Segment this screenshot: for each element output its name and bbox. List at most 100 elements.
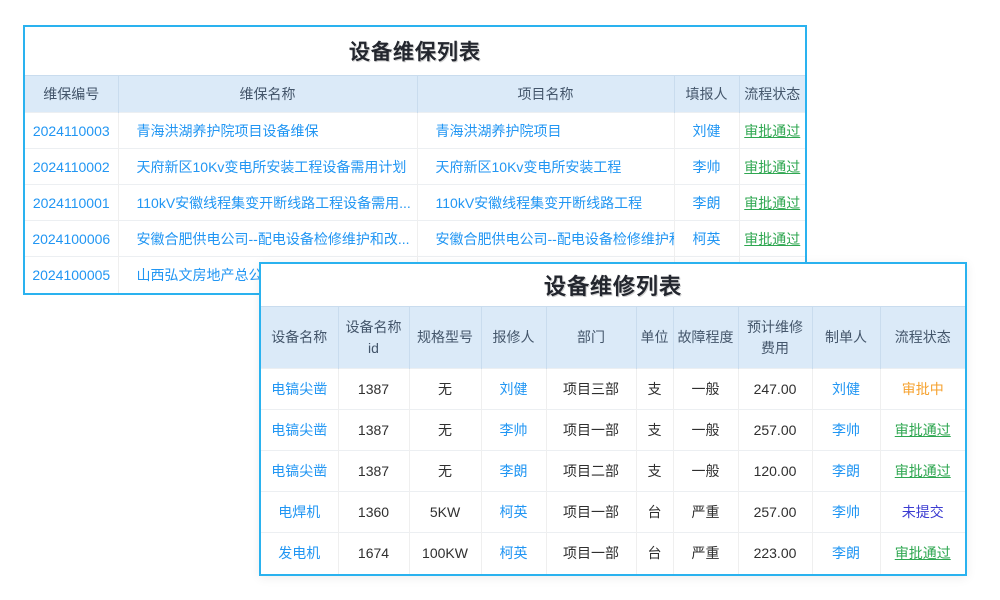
creator-link[interactable]: 李朗 <box>812 533 880 574</box>
project-name-link[interactable]: 天府新区10Kv变电所安装工程 <box>417 149 674 185</box>
repair-reporter-link[interactable]: 柯英 <box>481 533 546 574</box>
reporter-link[interactable]: 刘健 <box>674 113 739 149</box>
col-header-unit: 单位 <box>636 307 673 369</box>
device-id-cell: 1387 <box>338 410 409 451</box>
repair-table: 设备名称 设备名称id 规格型号 报修人 部门 单位 故障程度 预计维修费用 制… <box>261 306 965 574</box>
col-header-device-id: 设备名称id <box>338 307 409 369</box>
table-row: 电焊机 1360 5KW 柯英 项目一部 台 严重 257.00 李帅 未提交 <box>261 492 965 533</box>
department-cell: 项目二部 <box>546 451 636 492</box>
project-name-link[interactable]: 安徽合肥供电公司--配电设备检修维护和改造 <box>417 221 674 257</box>
severity-cell: 一般 <box>673 410 738 451</box>
maintenance-table: 维保编号 维保名称 项目名称 填报人 流程状态 2024110003 青海洪湖养… <box>25 75 805 293</box>
creator-link[interactable]: 李帅 <box>812 492 880 533</box>
col-header-repair-status: 流程状态 <box>880 307 965 369</box>
device-id-cell: 1674 <box>338 533 409 574</box>
col-header-spec: 规格型号 <box>409 307 481 369</box>
status-badge[interactable]: 审批通过 <box>880 451 965 492</box>
maintenance-name-link[interactable]: 青海洪湖养护院项目设备维保 <box>118 113 417 149</box>
status-badge[interactable]: 审批通过 <box>739 221 805 257</box>
cost-cell: 120.00 <box>738 451 812 492</box>
status-badge[interactable]: 审批通过 <box>739 149 805 185</box>
device-id-cell: 1387 <box>338 451 409 492</box>
repair-list-panel: 设备维修列表 设备名称 设备名称id 规格型号 报修人 部门 单位 故障程度 预… <box>259 262 967 576</box>
col-header-maintenance-id: 维保编号 <box>25 76 118 113</box>
cost-cell: 223.00 <box>738 533 812 574</box>
maintenance-name-link[interactable]: 天府新区10Kv变电所安装工程设备需用计划 <box>118 149 417 185</box>
col-header-maintenance-name: 维保名称 <box>118 76 417 113</box>
creator-link[interactable]: 李朗 <box>812 451 880 492</box>
table-row: 电镐尖凿 1387 无 李朗 项目二部 支 一般 120.00 李朗 审批通过 <box>261 451 965 492</box>
table-row: 发电机 1674 100KW 柯英 项目一部 台 严重 223.00 李朗 审批… <box>261 533 965 574</box>
device-name-link[interactable]: 电镐尖凿 <box>261 451 338 492</box>
cost-cell: 257.00 <box>738 492 812 533</box>
unit-cell: 台 <box>636 533 673 574</box>
col-header-creator: 制单人 <box>812 307 880 369</box>
department-cell: 项目一部 <box>546 533 636 574</box>
col-header-severity: 故障程度 <box>673 307 738 369</box>
table-row: 电镐尖凿 1387 无 李帅 项目一部 支 一般 257.00 李帅 审批通过 <box>261 410 965 451</box>
spec-cell: 无 <box>409 410 481 451</box>
department-cell: 项目三部 <box>546 369 636 410</box>
spec-cell: 5KW <box>409 492 481 533</box>
severity-cell: 严重 <box>673 492 738 533</box>
col-header-status: 流程状态 <box>739 76 805 113</box>
table-row: 2024110002 天府新区10Kv变电所安装工程设备需用计划 天府新区10K… <box>25 149 805 185</box>
device-id-cell: 1387 <box>338 369 409 410</box>
repair-list-title: 设备维修列表 <box>261 264 965 306</box>
device-id-cell: 1360 <box>338 492 409 533</box>
severity-cell: 一般 <box>673 451 738 492</box>
cost-cell: 247.00 <box>738 369 812 410</box>
project-name-link[interactable]: 110kV安徽线程集变开断线路工程 <box>417 185 674 221</box>
maintenance-id-link[interactable]: 2024100006 <box>25 221 118 257</box>
device-name-link[interactable]: 发电机 <box>261 533 338 574</box>
status-badge[interactable]: 审批通过 <box>880 533 965 574</box>
creator-link[interactable]: 李帅 <box>812 410 880 451</box>
maintenance-id-link[interactable]: 2024110001 <box>25 185 118 221</box>
maintenance-id-link[interactable]: 2024110003 <box>25 113 118 149</box>
spec-cell: 100KW <box>409 533 481 574</box>
severity-cell: 严重 <box>673 533 738 574</box>
maintenance-name-link[interactable]: 110kV安徽线程集变开断线路工程设备需用... <box>118 185 417 221</box>
department-cell: 项目一部 <box>546 410 636 451</box>
cost-cell: 257.00 <box>738 410 812 451</box>
maintenance-id-link[interactable]: 2024100005 <box>25 257 118 293</box>
reporter-link[interactable]: 李帅 <box>674 149 739 185</box>
spec-cell: 无 <box>409 451 481 492</box>
device-name-link[interactable]: 电焊机 <box>261 492 338 533</box>
table-row: 2024110003 青海洪湖养护院项目设备维保 青海洪湖养护院项目 刘健 审批… <box>25 113 805 149</box>
project-name-link[interactable]: 青海洪湖养护院项目 <box>417 113 674 149</box>
status-badge[interactable]: 审批通过 <box>739 185 805 221</box>
table-row: 2024110001 110kV安徽线程集变开断线路工程设备需用... 110k… <box>25 185 805 221</box>
unit-cell: 支 <box>636 410 673 451</box>
maintenance-name-link[interactable]: 安徽合肥供电公司--配电设备检修维护和改... <box>118 221 417 257</box>
spec-cell: 无 <box>409 369 481 410</box>
unit-cell: 支 <box>636 369 673 410</box>
maintenance-list-title: 设备维保列表 <box>25 27 805 75</box>
repair-header-row: 设备名称 设备名称id 规格型号 报修人 部门 单位 故障程度 预计维修费用 制… <box>261 307 965 369</box>
status-badge[interactable]: 未提交 <box>880 492 965 533</box>
severity-cell: 一般 <box>673 369 738 410</box>
maintenance-list-panel: 设备维保列表 维保编号 维保名称 项目名称 填报人 流程状态 202411000… <box>23 25 807 295</box>
maintenance-id-link[interactable]: 2024110002 <box>25 149 118 185</box>
unit-cell: 支 <box>636 451 673 492</box>
unit-cell: 台 <box>636 492 673 533</box>
maintenance-header-row: 维保编号 维保名称 项目名称 填报人 流程状态 <box>25 76 805 113</box>
status-badge[interactable]: 审批通过 <box>880 410 965 451</box>
repair-reporter-link[interactable]: 李朗 <box>481 451 546 492</box>
status-badge[interactable]: 审批通过 <box>739 113 805 149</box>
creator-link[interactable]: 刘健 <box>812 369 880 410</box>
reporter-link[interactable]: 李朗 <box>674 185 739 221</box>
department-cell: 项目一部 <box>546 492 636 533</box>
reporter-link[interactable]: 柯英 <box>674 221 739 257</box>
repair-reporter-link[interactable]: 李帅 <box>481 410 546 451</box>
col-header-cost: 预计维修费用 <box>738 307 812 369</box>
device-name-link[interactable]: 电镐尖凿 <box>261 369 338 410</box>
repair-reporter-link[interactable]: 刘健 <box>481 369 546 410</box>
col-header-department: 部门 <box>546 307 636 369</box>
repair-reporter-link[interactable]: 柯英 <box>481 492 546 533</box>
col-header-project-name: 项目名称 <box>417 76 674 113</box>
col-header-repair-reporter: 报修人 <box>481 307 546 369</box>
device-name-link[interactable]: 电镐尖凿 <box>261 410 338 451</box>
table-row: 2024100006 安徽合肥供电公司--配电设备检修维护和改... 安徽合肥供… <box>25 221 805 257</box>
status-badge[interactable]: 审批中 <box>880 369 965 410</box>
